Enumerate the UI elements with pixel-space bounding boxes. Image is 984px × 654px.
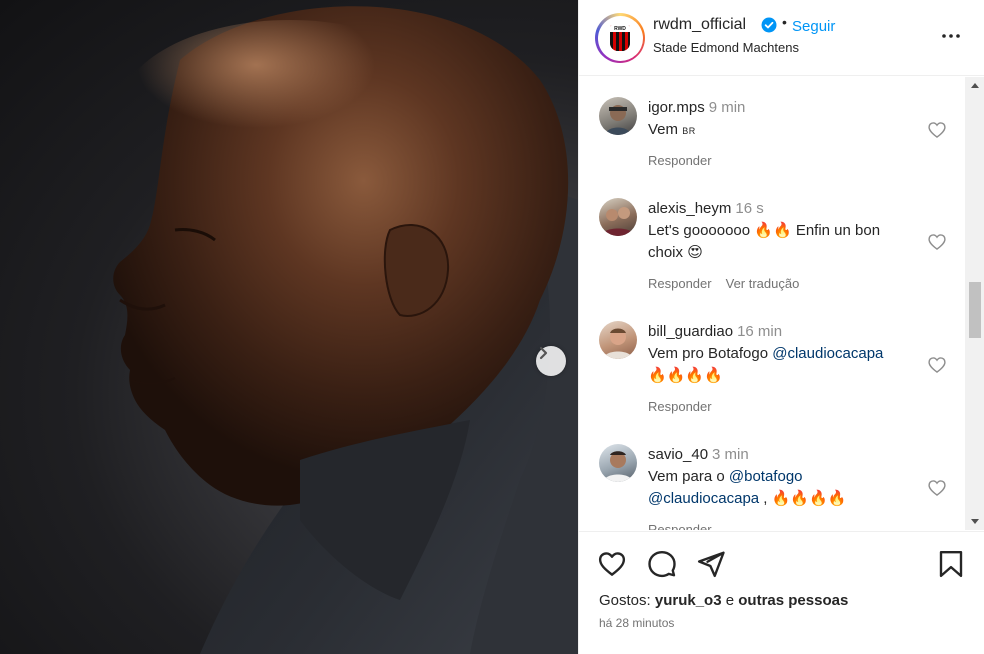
account-avatar[interactable]: RWD <box>595 13 645 63</box>
likes-summary: Gostos: yuruk_o3 e outras pessoas <box>599 592 849 609</box>
reply-button[interactable]: Responder <box>648 522 712 530</box>
post-image <box>0 0 578 654</box>
reply-button[interactable]: Responder <box>648 276 712 291</box>
comment-text: Vem para o @botafogo @claudiocacapa , 🔥🔥🔥… <box>648 468 847 507</box>
post-timestamp: há 28 minutos <box>599 616 675 630</box>
comment-text: Let's gooooooo 🔥🔥 Enfin un bon choix 😍 <box>648 222 881 261</box>
other-likers-link[interactable]: outras pessoas <box>738 592 848 609</box>
see-translation-button[interactable]: Ver tradução <box>726 276 800 291</box>
comment-bubble-icon[interactable] <box>647 549 677 579</box>
comment-time: 3 min <box>712 446 749 463</box>
like-heart-icon[interactable] <box>597 549 627 579</box>
like-comment-heart-icon[interactable] <box>927 232 947 252</box>
verified-badge-icon <box>761 17 777 33</box>
share-send-icon[interactable] <box>696 549 726 579</box>
comment-time: 16 min <box>737 323 783 340</box>
mention-link[interactable]: @claudiocacapa <box>772 345 883 362</box>
like-comment-heart-icon[interactable] <box>927 355 947 375</box>
like-comment-heart-icon[interactable] <box>927 478 947 498</box>
post-location[interactable]: Stade Edmond Machtens <box>653 40 799 55</box>
commenter-username[interactable]: bill_guardiao <box>648 323 733 340</box>
reply-button[interactable]: Responder <box>648 399 712 414</box>
scroll-up-arrow-icon[interactable] <box>971 83 979 88</box>
scroll-down-arrow-icon[interactable] <box>971 519 979 524</box>
commenter-avatar[interactable] <box>599 198 637 236</box>
post-header: RWD rwdm_official • Seguir Stade Edmond … <box>579 0 984 76</box>
next-image-button[interactable] <box>536 346 566 376</box>
commenter-avatar[interactable] <box>599 97 637 135</box>
comment-time: 9 min <box>708 99 746 116</box>
like-comment-heart-icon[interactable] <box>927 120 947 140</box>
commenter-username[interactable]: igor.mps <box>648 99 705 116</box>
comments-scrollbar[interactable] <box>965 77 984 530</box>
separator-dot: • <box>782 14 787 30</box>
club-logo: RWD <box>601 19 639 57</box>
mention-link[interactable]: @claudiocacapa <box>648 490 759 507</box>
portrait-illustration <box>113 6 578 654</box>
liker-username[interactable]: yuruk_o3 <box>655 592 722 609</box>
commenter-avatar[interactable] <box>599 444 637 482</box>
comment-time: 16 s <box>735 200 764 217</box>
post-side-panel: RWD rwdm_official • Seguir Stade Edmond … <box>578 0 984 654</box>
comment-text: Vem BR <box>648 121 696 138</box>
comments-list: igor.mps 9 min Vem BR Responder alexis_he… <box>579 77 965 530</box>
follow-button[interactable]: Seguir <box>792 18 835 35</box>
more-options-icon[interactable] <box>939 24 963 48</box>
chevron-right-icon <box>539 346 548 360</box>
post-actions-bar: Gostos: yuruk_o3 e outras pessoas há 28 … <box>579 531 984 654</box>
mention-link[interactable]: @botafogo <box>729 468 803 485</box>
comment-text: Vem pro Botafogo @claudiocacapa 🔥🔥🔥🔥 <box>648 345 884 384</box>
account-username[interactable]: rwdm_official <box>653 16 746 34</box>
scrollbar-thumb[interactable] <box>969 282 981 338</box>
commenter-avatar[interactable] <box>599 321 637 359</box>
commenter-username[interactable]: alexis_heym <box>648 200 731 217</box>
reply-button[interactable]: Responder <box>648 153 712 168</box>
save-bookmark-icon[interactable] <box>936 549 966 579</box>
commenter-username[interactable]: savio_40 <box>648 446 708 463</box>
